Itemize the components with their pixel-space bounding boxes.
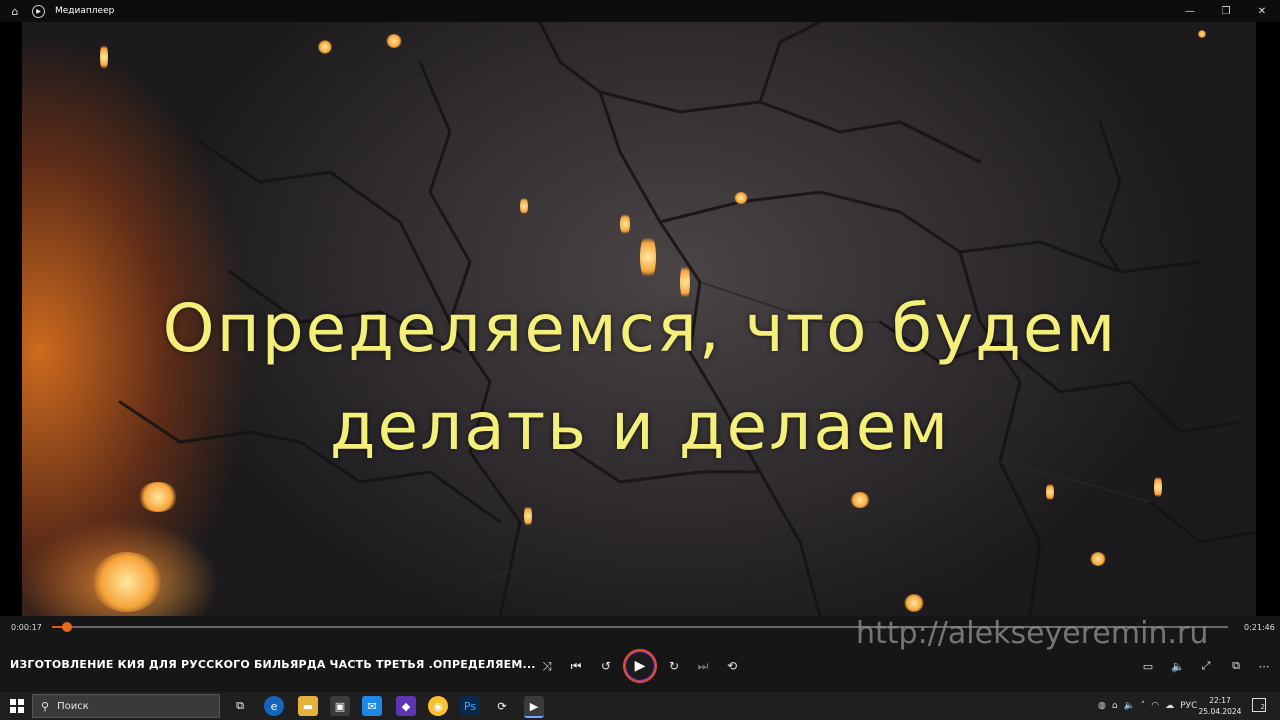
chrome-icon[interactable]: ◉ [428,696,448,716]
clock-date: 25.04.2024 [1198,707,1242,716]
repeat-off-icon[interactable]: ⟲ [722,656,742,676]
ember-particle [92,552,162,612]
search-icon: ⚲ [41,699,50,713]
watermark-text: http://alekseyeremin.ru [856,616,1209,651]
ember-particle [1154,474,1162,500]
forward-30-icon[interactable]: ↻ [664,656,684,676]
app-icon[interactable]: ◆ [396,696,416,716]
search-placeholder: Поиск [57,700,89,712]
video-caption: Определяемся, что будем делать и делаем [0,280,1280,476]
caption-line-1: Определяемся, что будем [162,290,1118,367]
ember-particle [620,212,630,236]
ember-particle [386,34,402,48]
taskbar-search[interactable]: ⚲ Поиск [32,694,220,718]
current-time: 0:00:17 [11,623,42,632]
previous-icon[interactable]: ⏮ [566,656,586,676]
chevron-up-icon[interactable]: ˄ [1141,701,1146,711]
ember-particle [524,504,532,528]
media-player-taskbar-icon[interactable]: ▶ [524,696,544,718]
app-icon-2[interactable]: ⟳ [492,696,512,716]
clock-time: 22:17 [1209,696,1231,705]
tray-icon[interactable]: ◍ [1098,701,1106,711]
rewind-10-icon[interactable]: ↺ [596,656,616,676]
subtitles-icon[interactable]: ▭ [1138,656,1158,676]
caption-line-2: делать и делаем [329,388,951,465]
start-button[interactable] [10,699,24,713]
notification-center-button[interactable]: 2 [1252,698,1266,712]
store-icon[interactable]: ▣ [330,696,350,716]
file-explorer-icon[interactable]: ▬ [298,696,318,716]
ember-particle [100,42,108,72]
task-view-icon[interactable]: ⧉ [230,696,250,716]
wifi-icon[interactable]: ◠ [1151,701,1159,711]
edge-icon[interactable]: e [264,696,284,716]
more-options-icon[interactable]: ⋯ [1254,656,1274,676]
seek-bar-thumb[interactable] [62,622,73,632]
miniplayer-icon[interactable]: ⧉ [1226,656,1246,676]
windows-taskbar: ⚲ Поиск ⧉ e ▬ ▣ ✉ ◆ ◉ Ps ⟳ ▶ ◍ ⌂ 🔈 ˄ ◠ ☁… [0,692,1280,720]
taskbar-clock[interactable]: 22:17 25.04.2024 [1198,695,1242,717]
play-button[interactable]: ▶ [623,649,657,683]
language-indicator[interactable]: РУС [1180,701,1197,711]
window-title: Медиаплеер [55,6,115,16]
ember-particle [640,232,656,282]
media-title: ИЗГОТОВЛЕНИЕ КИЯ ДЛЯ РУССКОГО БИЛЬЯРДА Ч… [10,658,536,671]
total-time: 0:21:46 [1244,623,1275,632]
home-icon[interactable]: ⌂ [8,4,22,18]
mail-icon[interactable]: ✉ [362,696,382,716]
ember-particle [904,594,924,612]
system-tray: ◍ ⌂ 🔈 ˄ ◠ ☁ РУС [1098,696,1197,716]
video-canvas[interactable]: Определяемся, что будем делать и делаем [0,22,1280,616]
ember-particle [1090,552,1106,566]
ember-particle [1046,482,1054,502]
speaker-icon[interactable]: 🔈 [1124,701,1135,711]
title-bar: ⌂ ▶ Медиаплеер — ❐ ✕ [0,0,1280,22]
next-icon[interactable]: ⏭ [693,656,713,676]
ember-particle [318,40,332,54]
player-controls: 0:00:17 0:21:46 http://alekseyeremin.ru … [0,616,1280,692]
photoshop-icon[interactable]: Ps [460,696,480,716]
shuffle-icon[interactable]: ⤨ [537,656,557,676]
ember-particle [850,492,870,508]
fullscreen-icon[interactable]: ⤢ [1196,656,1216,676]
minimize-button[interactable]: — [1172,0,1208,22]
restore-button[interactable]: ❐ [1208,0,1244,22]
media-player-app-icon: ▶ [32,4,45,18]
ember-particle [520,196,528,216]
ember-particle [734,192,748,204]
close-button[interactable]: ✕ [1244,0,1280,22]
volume-icon[interactable]: 🔈 [1168,656,1188,676]
tray-icon[interactable]: ⌂ [1112,701,1118,711]
notification-count: 2 [1260,703,1265,711]
cloud-icon[interactable]: ☁ [1165,701,1174,711]
ember-particle [1198,30,1206,38]
ember-particle [138,482,178,512]
